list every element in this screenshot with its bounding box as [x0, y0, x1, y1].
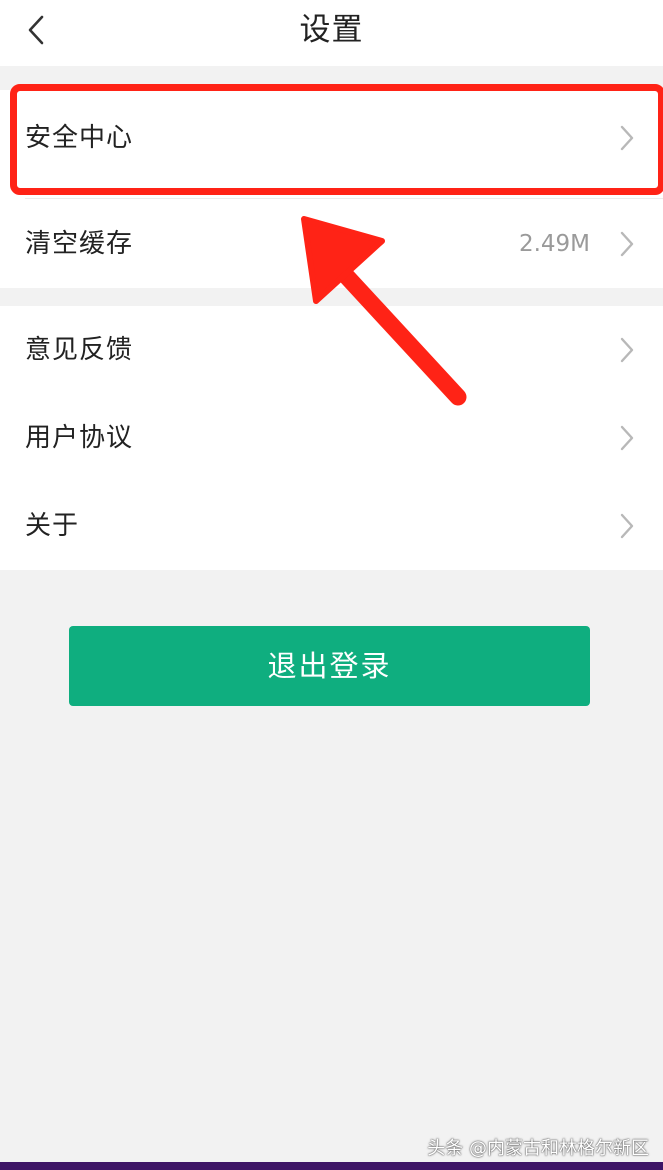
settings-group-primary: 安全中心 清空缓存 2.49M	[0, 90, 663, 288]
about-label: 关于	[25, 511, 80, 541]
chevron-right-icon	[620, 425, 634, 451]
watermark-text: 头条 @内蒙古和林格尔新区	[427, 1138, 649, 1159]
nav-bar: 设置	[0, 0, 663, 66]
cache-size-value: 2.49M	[518, 231, 590, 257]
clear-cache-label: 清空缓存	[25, 229, 134, 259]
bottom-edge-bar	[0, 1162, 663, 1170]
feedback-item[interactable]: 意见反馈	[0, 306, 663, 394]
chevron-right-icon	[620, 513, 634, 539]
settings-group-secondary: 意见反馈 用户协议 关于	[0, 306, 663, 570]
user-agreement-label: 用户协议	[25, 423, 134, 453]
security-center-label: 安全中心	[25, 123, 134, 153]
clear-cache-item[interactable]: 清空缓存 2.49M	[0, 200, 663, 288]
chevron-right-icon	[620, 125, 634, 151]
chevron-right-icon	[620, 231, 634, 257]
divider	[25, 198, 663, 199]
user-agreement-item[interactable]: 用户协议	[0, 394, 663, 482]
chevron-right-icon	[620, 337, 634, 363]
security-center-item[interactable]: 安全中心	[0, 94, 663, 182]
page-title: 设置	[299, 12, 364, 48]
about-item[interactable]: 关于	[0, 482, 663, 570]
feedback-label: 意见反馈	[25, 335, 134, 365]
logout-button[interactable]: 退出登录	[69, 626, 590, 706]
